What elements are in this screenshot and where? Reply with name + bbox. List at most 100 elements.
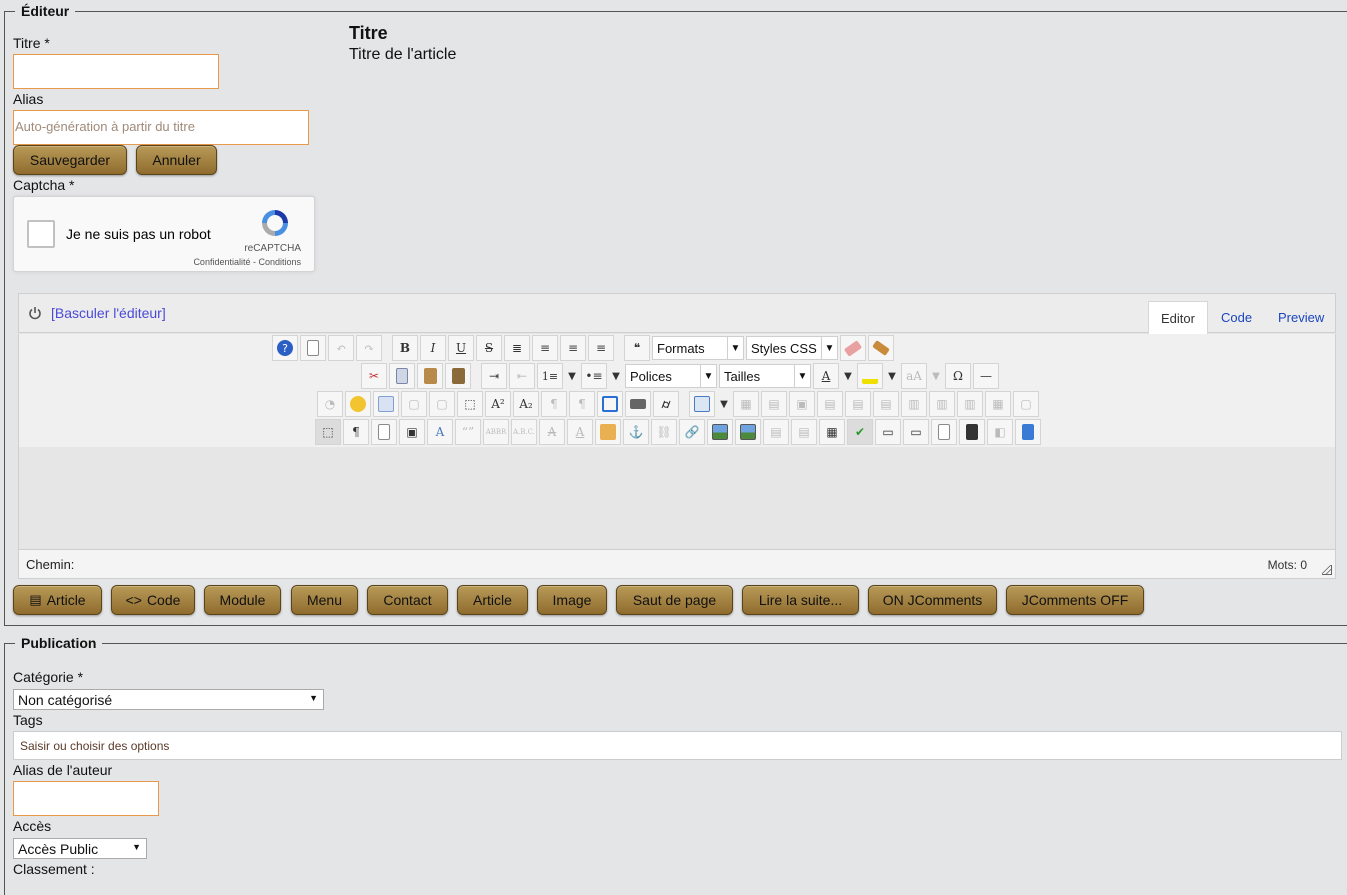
del-icon[interactable]: A <box>539 419 565 445</box>
styles-select[interactable]: Styles CSS ▼ <box>746 336 838 360</box>
layer-back-icon[interactable]: ▢ <box>429 391 455 417</box>
tab-code[interactable]: Code <box>1209 301 1264 334</box>
table-icon[interactable] <box>689 391 715 417</box>
new-document-icon[interactable] <box>300 335 326 361</box>
print-icon[interactable] <box>625 391 651 417</box>
insert-contact-button[interactable]: Contact <box>367 585 448 615</box>
tab-editor[interactable]: Editor <box>1148 301 1208 334</box>
category-select[interactable]: Non catégorisé ▼ <box>13 689 324 710</box>
toggle-editor-link[interactable]: [Basculer l'éditeur] <box>51 305 166 321</box>
delete-table-icon[interactable]: ▦ <box>733 391 759 417</box>
help-icon[interactable]: ? <box>272 335 298 361</box>
special-char-omega-icon[interactable]: Ω <box>945 363 971 389</box>
row-before-icon[interactable]: ▤ <box>817 391 843 417</box>
acronym-icon[interactable]: A.B.C. <box>511 419 537 445</box>
author-alias-input[interactable] <box>13 781 159 816</box>
media-icon[interactable]: ▤ <box>791 419 817 445</box>
strikethrough-icon[interactable]: S <box>476 335 502 361</box>
horizontal-rule-icon[interactable]: — <box>973 363 999 389</box>
insert-box-icon[interactable]: ▣ <box>399 419 425 445</box>
bold-icon[interactable]: B <box>392 335 418 361</box>
insert-article-button[interactable]: ▤ Article <box>13 585 102 615</box>
bullet-list-icon[interactable]: •≡ <box>581 363 607 389</box>
cleanup-broom-icon[interactable] <box>868 335 894 361</box>
align-right-icon[interactable]: ≡ <box>588 335 614 361</box>
italic-icon[interactable]: I <box>420 335 446 361</box>
form-icon[interactable]: ▦ <box>819 419 845 445</box>
insert-pagebreak-button[interactable]: Saut de page <box>616 585 733 615</box>
recaptcha-links[interactable]: Confidentialité - Conditions <box>193 257 301 267</box>
underline-icon[interactable]: U <box>448 335 474 361</box>
show-chars-pilcrow-icon[interactable]: ¶ <box>343 419 369 445</box>
emoticon-icon[interactable] <box>345 391 371 417</box>
unlink-icon[interactable]: ⛓ <box>651 419 677 445</box>
anchor-icon[interactable]: ⚓ <box>623 419 649 445</box>
col-after-icon[interactable]: ▥ <box>929 391 955 417</box>
tab-preview[interactable]: Preview <box>1266 301 1336 334</box>
iframe-icon[interactable]: ▭ <box>903 419 929 445</box>
subscript-icon[interactable]: A₂ <box>513 391 539 417</box>
link-icon[interactable]: 🔗 <box>679 419 705 445</box>
back-circle-icon[interactable]: ◔ <box>317 391 343 417</box>
insert-article-link-button[interactable]: Article <box>457 585 528 615</box>
insert-readmore-button[interactable]: Lire la suite... <box>742 585 859 615</box>
undo-icon[interactable]: ↶ <box>328 335 354 361</box>
visual-blocks-icon[interactable]: ⬚ <box>315 419 341 445</box>
align-center-icon[interactable]: ≡ <box>532 335 558 361</box>
chevron-down-icon[interactable]: ▼ <box>929 363 943 389</box>
chevron-down-icon[interactable]: ▼ <box>841 363 855 389</box>
spellcheck-icon[interactable]: ✔ <box>847 419 873 445</box>
alias-input[interactable]: Auto-génération à partir du titre <box>13 110 309 145</box>
recaptcha-checkbox[interactable] <box>27 220 55 248</box>
formats-select[interactable]: Formats ▼ <box>652 336 744 360</box>
ins-icon[interactable]: A <box>567 419 593 445</box>
superscript-icon[interactable]: A² <box>485 391 511 417</box>
power-icon[interactable] <box>28 306 42 320</box>
indent-icon[interactable]: ⇥ <box>481 363 507 389</box>
abbr-icon[interactable]: ABBR <box>483 419 509 445</box>
style-props-icon[interactable]: A <box>427 419 453 445</box>
highlight-color-icon[interactable] <box>857 363 883 389</box>
paste-icon[interactable] <box>417 363 443 389</box>
access-select[interactable]: Accès Public ▼ <box>13 838 147 859</box>
attributes-icon[interactable] <box>595 419 621 445</box>
cancel-button[interactable]: Annuler <box>136 145 217 175</box>
file-link-icon[interactable]: ▤ <box>763 419 789 445</box>
merge-cells-icon[interactable]: ▢ <box>1013 391 1039 417</box>
clear-format-icon[interactable]: ◧ <box>987 419 1013 445</box>
tags-input[interactable]: Saisir ou choisir des options <box>13 731 1342 760</box>
numbered-list-icon[interactable]: 1≡ <box>537 363 563 389</box>
source-file-icon[interactable] <box>931 419 957 445</box>
delete-col-icon[interactable]: ▥ <box>957 391 983 417</box>
template-icon[interactable] <box>371 419 397 445</box>
row-props-icon[interactable]: ▤ <box>761 391 787 417</box>
blockquote-icon[interactable]: ❝ <box>624 335 650 361</box>
copy-icon[interactable] <box>389 363 415 389</box>
insert-code-button[interactable]: <> Code <box>111 585 195 615</box>
chevron-down-icon[interactable]: ▼ <box>609 363 623 389</box>
add-file-icon[interactable] <box>1015 419 1041 445</box>
resize-handle-icon[interactable] <box>1322 565 1332 575</box>
outdent-icon[interactable]: ⇤ <box>509 363 535 389</box>
eraser-icon[interactable] <box>840 335 866 361</box>
add-layer-icon[interactable] <box>373 391 399 417</box>
redo-icon[interactable]: ↷ <box>356 335 382 361</box>
font-family-select[interactable]: Polices ▼ <box>625 364 717 388</box>
chevron-down-icon[interactable]: ▼ <box>717 391 731 417</box>
delete-row-icon[interactable]: ▤ <box>873 391 899 417</box>
font-size-select[interactable]: Tailles ▼ <box>719 364 811 388</box>
text-color-icon[interactable]: A <box>813 363 839 389</box>
video-icon[interactable] <box>959 419 985 445</box>
col-before-icon[interactable]: ▥ <box>901 391 927 417</box>
image-icon[interactable] <box>707 419 733 445</box>
search-binoculars-icon[interactable]: ⌭ <box>653 391 679 417</box>
cite-icon[interactable]: “” <box>455 419 481 445</box>
insert-module-button[interactable]: Module <box>204 585 281 615</box>
split-cells-icon[interactable]: ▦ <box>985 391 1011 417</box>
chevron-down-icon[interactable]: ▼ <box>565 363 579 389</box>
justify-icon[interactable]: ≣ <box>504 335 530 361</box>
paste-text-icon[interactable] <box>445 363 471 389</box>
layer-icon[interactable]: ▢ <box>401 391 427 417</box>
chevron-down-icon[interactable]: ▼ <box>885 363 899 389</box>
fullscreen-icon[interactable] <box>597 391 623 417</box>
